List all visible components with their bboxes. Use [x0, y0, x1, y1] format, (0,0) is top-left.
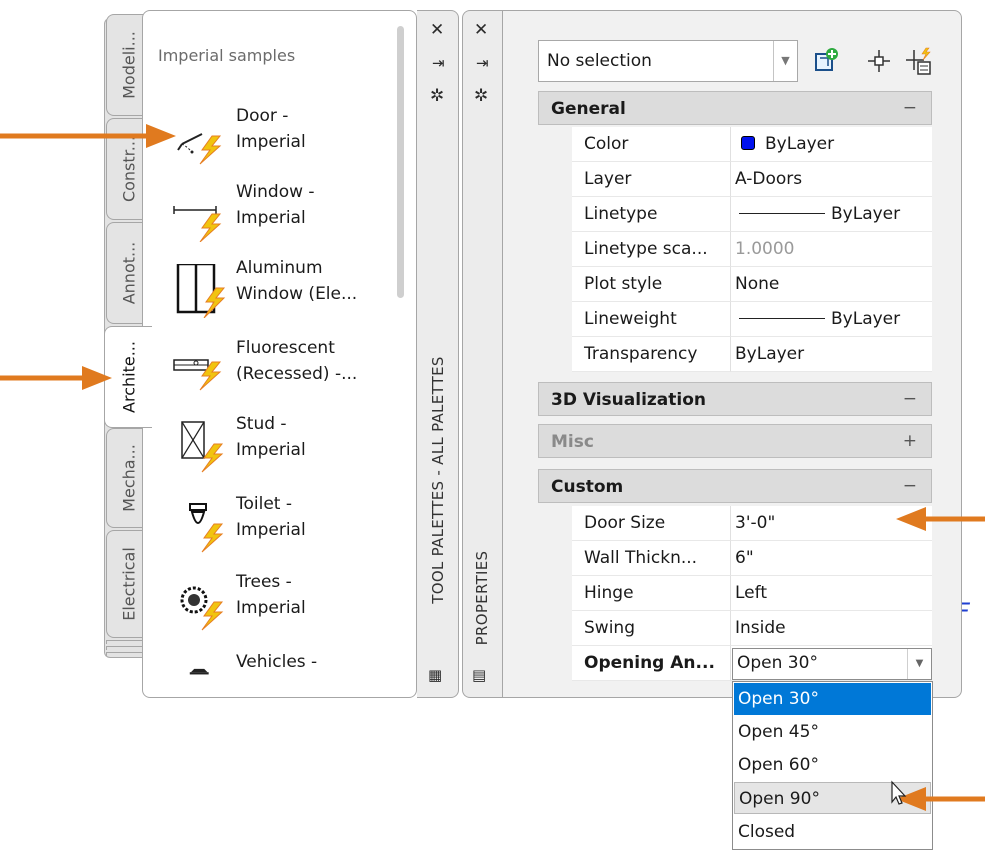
callout-arrow-icon	[0, 124, 176, 148]
properties-title: PROPERTIES	[473, 550, 491, 646]
stud-icon	[181, 421, 224, 473]
aluminum-window-icon	[176, 264, 226, 318]
tool-door-imperial[interactable]: Door - Imperial	[172, 106, 397, 178]
property-row-transparency[interactable]: Transparency ByLayer	[538, 337, 932, 372]
category-3d-visualization[interactable]: 3D Visualization −	[538, 382, 932, 416]
tool-trees-imperial[interactable]: Trees - Imperial	[172, 572, 397, 644]
linetype-preview	[739, 213, 825, 214]
toggle-pickadd-icon[interactable]	[810, 46, 840, 76]
tool-stud-imperial[interactable]: Stud - Imperial	[172, 414, 397, 486]
door-icon	[177, 133, 222, 165]
vehicle-icon	[189, 668, 209, 675]
tool-palettes-title: TOOL PALETTES - ALL PALETTES	[429, 356, 447, 604]
auto-hide-icon[interactable]: ⇥	[432, 56, 445, 71]
option-open-30[interactable]: Open 30°	[734, 683, 931, 715]
property-row-color[interactable]: Color ByLayer	[538, 127, 932, 162]
collapse-icon[interactable]: −	[903, 98, 917, 118]
palette-menu-icon[interactable]: ▦	[428, 668, 442, 683]
toilet-icon	[189, 503, 224, 553]
tree-icon	[180, 586, 224, 631]
tool-vehicles-imperial[interactable]: Vehicles -	[172, 652, 397, 686]
properties-gear-icon[interactable]: ✲	[430, 88, 444, 105]
mouse-cursor-icon	[891, 780, 907, 805]
color-swatch	[741, 136, 755, 150]
property-row-lineweight[interactable]: Lineweight ByLayer	[538, 302, 932, 337]
auto-hide-icon[interactable]: ⇥	[476, 56, 489, 71]
properties-gear-icon[interactable]: ✲	[474, 88, 488, 105]
palette-heading: Imperial samples	[158, 46, 296, 65]
tool-aluminum-window[interactable]: Aluminum Window (Ele...	[172, 258, 397, 330]
fluorescent-light-icon	[173, 359, 222, 391]
category-misc[interactable]: Misc +	[538, 424, 932, 458]
property-row-wall-thickness[interactable]: Wall Thickn... 6"	[538, 541, 932, 576]
option-open-45[interactable]: Open 45°	[734, 716, 931, 748]
chevron-down-icon[interactable]: ▼	[907, 649, 931, 679]
close-icon[interactable]: ✕	[430, 22, 444, 39]
category-custom[interactable]: Custom −	[538, 469, 932, 503]
palette-scrollbar[interactable]	[397, 26, 404, 298]
property-row-linetype-scale[interactable]: Linetype sca... 1.0000	[538, 232, 932, 267]
option-closed[interactable]: Closed	[734, 816, 931, 848]
collapse-icon[interactable]: −	[903, 389, 917, 409]
callout-arrow-icon	[0, 366, 112, 390]
property-row-plot-style[interactable]: Plot style None	[538, 267, 932, 302]
lineweight-preview	[739, 318, 825, 319]
expand-icon[interactable]: +	[903, 431, 917, 451]
property-row-door-size[interactable]: Door Size 3'-0"	[538, 506, 932, 541]
selection-dropdown[interactable]: No selection ▼	[538, 40, 798, 82]
option-open-60[interactable]: Open 60°	[734, 749, 931, 781]
property-row-swing[interactable]: Swing Inside	[538, 611, 932, 646]
select-objects-icon[interactable]	[864, 46, 894, 76]
tool-window-imperial[interactable]: Window - Imperial	[172, 182, 397, 254]
property-row-layer[interactable]: Layer A-Doors	[538, 162, 932, 197]
category-general[interactable]: General −	[538, 91, 932, 125]
window-icon	[173, 206, 222, 242]
tool-fluorescent-recessed[interactable]: Fluorescent (Recessed) -...	[172, 338, 397, 410]
opening-angle-list[interactable]: Open 30° Open 45° Open 60° Open 90° Clos…	[732, 681, 933, 850]
opening-angle-combo[interactable]: Open 30° ▼	[732, 648, 932, 680]
tool-toilet-imperial[interactable]: Toilet - Imperial	[172, 494, 397, 566]
general-properties: Color ByLayer Layer A-Doors Linetype ByL…	[538, 127, 932, 372]
chevron-down-icon[interactable]: ▼	[773, 41, 797, 81]
callout-arrow-icon	[896, 507, 985, 531]
palette-menu-icon[interactable]: ▤	[472, 668, 486, 683]
quick-select-icon[interactable]	[904, 46, 934, 76]
close-icon[interactable]: ✕	[474, 22, 488, 39]
collapse-icon[interactable]: −	[903, 476, 917, 496]
property-row-hinge[interactable]: Hinge Left	[538, 576, 932, 611]
property-row-linetype[interactable]: Linetype ByLayer	[538, 197, 932, 232]
